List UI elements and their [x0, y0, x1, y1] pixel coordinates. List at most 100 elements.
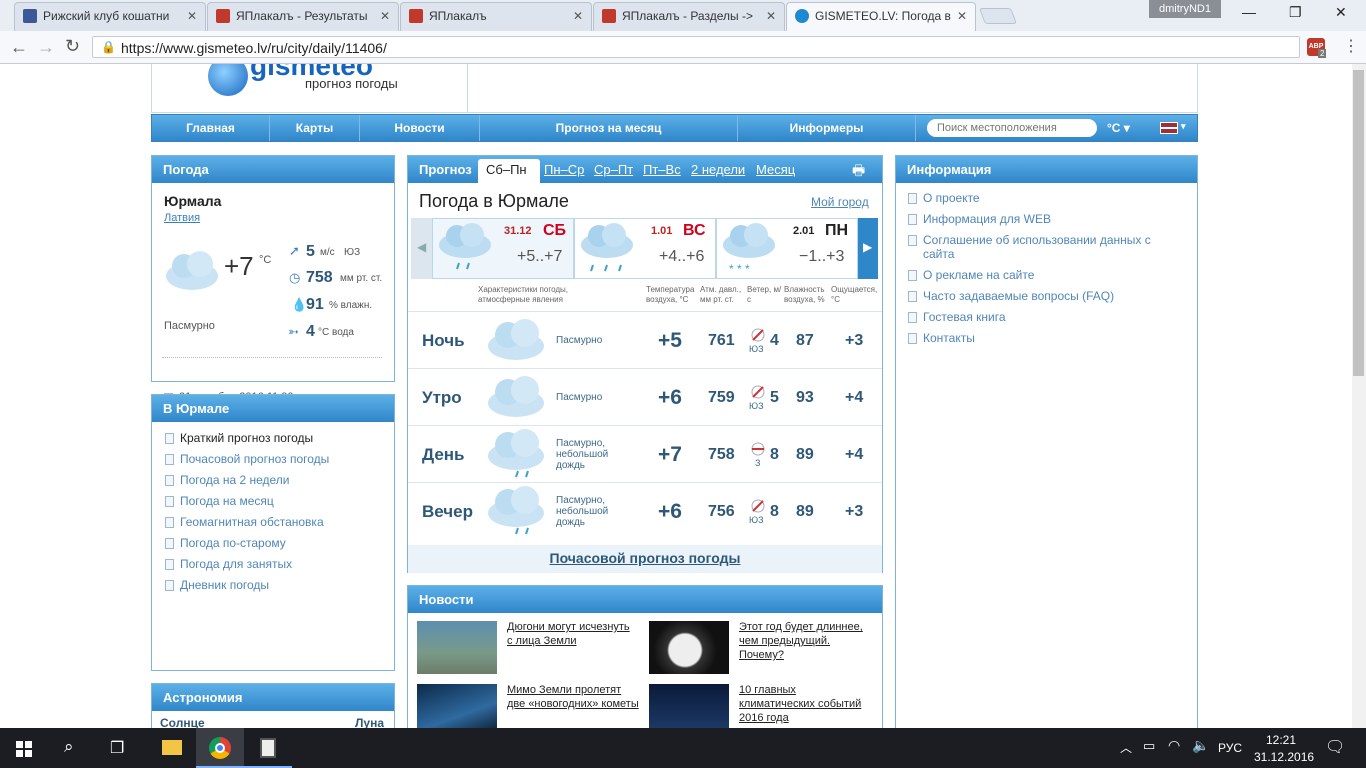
close-icon[interactable]: ✕ [187, 9, 197, 23]
scrollbar-thumb[interactable] [1353, 70, 1364, 376]
new-tab-button[interactable] [979, 8, 1017, 24]
link-geomagnetic[interactable]: Геомагнитная обстановка [164, 515, 329, 529]
news-link[interactable]: Этот год будет длиннее, чем предыдущий. … [739, 620, 869, 662]
day-temps: −1..+3 [799, 248, 845, 265]
latvia-flag-icon[interactable] [1160, 122, 1178, 134]
link-2-weeks[interactable]: Погода на 2 недели [164, 473, 329, 487]
volume-icon[interactable]: 🔈 [1192, 737, 1209, 754]
unit-label: °C [1107, 121, 1121, 135]
row-description: Пасмурно [556, 392, 603, 403]
prev-days-button[interactable]: ◀ [411, 218, 432, 279]
news-link[interactable]: 10 главных климатических событий 2016 го… [739, 683, 869, 725]
chrome-taskbar-button[interactable] [196, 728, 244, 768]
close-icon[interactable]: ✕ [957, 9, 967, 23]
cloud-light-rain-icon [439, 223, 491, 270]
notifications-icon[interactable]: 🗨 [1325, 737, 1345, 757]
nav-informers[interactable]: Информеры [738, 115, 916, 141]
nav-maps[interactable]: Карты [270, 115, 360, 141]
profile-name[interactable]: dmitryND1 [1149, 0, 1221, 18]
nav-home[interactable]: Главная [152, 115, 270, 141]
minimize-icon[interactable]: — [1242, 4, 1256, 20]
tab-mon-wed[interactable]: Пн–Ср [544, 162, 584, 177]
link-old-style[interactable]: Погода по-старому [164, 536, 329, 550]
task-view-button[interactable]: ❐ [96, 728, 144, 768]
battery-icon[interactable]: ▭ [1143, 738, 1155, 754]
link-hourly-forecast[interactable]: Почасовой прогноз погоды [164, 452, 329, 466]
link-for-busy[interactable]: Погода для занятых [164, 557, 329, 571]
wifi-icon[interactable]: ◠ [1168, 737, 1180, 754]
link-month[interactable]: Погода на месяц [164, 494, 329, 508]
browser-tab-bar: Рижский клуб кошатни ✕ ЯПлакалъ - Резуль… [0, 0, 1366, 31]
yaplakal-icon [602, 9, 616, 23]
link-advertising[interactable]: О рекламе на сайте [907, 268, 1177, 282]
link-web-info[interactable]: Информация для WEB [907, 212, 1177, 226]
link-contacts[interactable]: Контакты [907, 331, 1177, 345]
news-link[interactable]: Дюгони могут исчезнуть с лица Земли [507, 620, 632, 648]
row-wind: 8 [770, 503, 779, 520]
my-city-link[interactable]: Мой город [811, 195, 869, 209]
chevron-right-icon: ▶ [863, 240, 873, 254]
file-explorer-button[interactable] [148, 728, 196, 768]
panel-title: В Юрмале [152, 395, 394, 422]
clock-date[interactable]: 31.12.2016 [1254, 750, 1314, 764]
clock-time[interactable]: 12:21 [1266, 733, 1296, 747]
link-faq[interactable]: Часто задаваемые вопросы (FAQ) [907, 289, 1177, 303]
chevron-down-icon[interactable]: ▾ [1181, 121, 1186, 132]
row-temp: +6 [658, 386, 682, 409]
search-button[interactable]: ⌕ [48, 728, 96, 768]
folder-icon [162, 740, 182, 755]
day-card[interactable]: * * * 2.01 ПН −1..+3 [716, 218, 858, 279]
tab-fri-sun[interactable]: Пт–Вс [643, 162, 681, 177]
gismeteo-logo-icon[interactable] [208, 64, 248, 96]
row-wind-dir: ЮЗ [749, 515, 764, 525]
city-links-list: Краткий прогноз погоды Почасовой прогноз… [164, 431, 329, 599]
calculator-taskbar-button[interactable] [244, 728, 292, 768]
link-short-forecast[interactable]: Краткий прогноз погоды [164, 431, 329, 445]
forward-icon[interactable]: → [37, 37, 55, 58]
news-link[interactable]: Мимо Земли пролетят две «новогодних» ком… [507, 683, 642, 711]
browser-tab-active[interactable]: GISMETEO.LV: Погода в ✕ [786, 2, 976, 31]
news-thumbnail-city-night[interactable] [649, 684, 729, 728]
close-icon[interactable]: ✕ [573, 9, 583, 23]
browser-tab[interactable]: ЯПлакалъ - Разделы -> ✕ [593, 2, 785, 31]
back-icon[interactable]: ← [10, 37, 28, 58]
link-about[interactable]: О проекте [907, 191, 1177, 205]
reload-icon[interactable]: ↻ [65, 36, 80, 57]
start-button[interactable] [0, 728, 48, 768]
close-window-icon[interactable]: ✕ [1335, 4, 1347, 21]
calculator-icon [260, 738, 276, 758]
news-thumbnail-stopwatch[interactable] [649, 621, 729, 674]
print-icon[interactable]: 🖶 [852, 160, 865, 184]
link-data-agreement[interactable]: Соглашение об использовании данных с сай… [907, 233, 1177, 261]
wind-direction-icon [751, 442, 765, 456]
row-humidity: 89 [796, 446, 814, 463]
nav-news[interactable]: Новости [360, 115, 480, 141]
day-card[interactable]: 1.01 ВС +4..+6 [574, 218, 716, 279]
next-days-button[interactable]: ▶ [858, 218, 878, 279]
menu-icon[interactable]: ⋮ [1343, 36, 1359, 56]
url-field[interactable]: 🔒 https://www.gismeteo.lv/ru/city/daily/… [92, 36, 1300, 58]
unit-selector[interactable]: °C ▾ [1107, 121, 1130, 135]
news-thumbnail-dugong[interactable] [417, 621, 497, 674]
link-guestbook[interactable]: Гостевая книга [907, 310, 1177, 324]
news-thumbnail-comet[interactable] [417, 684, 497, 728]
country-link[interactable]: Латвия [164, 212, 200, 224]
row-humidity: 89 [796, 503, 814, 520]
nav-month-forecast[interactable]: Прогноз на месяц [480, 115, 738, 141]
browser-tab[interactable]: ЯПлакалъ ✕ [400, 2, 592, 31]
browser-tab[interactable]: Рижский клуб кошатни ✕ [14, 2, 206, 31]
language-indicator[interactable]: РУС [1218, 741, 1242, 755]
tab-month[interactable]: Месяц [756, 162, 795, 177]
close-icon[interactable]: ✕ [380, 9, 390, 23]
tab-2-weeks[interactable]: 2 недели [691, 162, 745, 177]
browser-tab[interactable]: ЯПлакалъ - Результаты ✕ [207, 2, 399, 31]
tab-sat-mon[interactable]: Сб–Пн [478, 159, 540, 183]
day-card-selected[interactable]: 31.12 СБ +5..+7 [432, 218, 574, 279]
tray-chevron-up-icon[interactable]: ︿ [1120, 739, 1132, 756]
location-search-input[interactable] [927, 119, 1097, 137]
link-weather-diary[interactable]: Дневник погоды [164, 578, 329, 592]
close-icon[interactable]: ✕ [766, 9, 776, 23]
tab-wed-fri[interactable]: Ср–Пт [594, 162, 633, 177]
hourly-forecast-link[interactable]: Почасовой прогноз погоды [408, 545, 882, 573]
restore-icon[interactable]: ❐ [1289, 4, 1302, 21]
